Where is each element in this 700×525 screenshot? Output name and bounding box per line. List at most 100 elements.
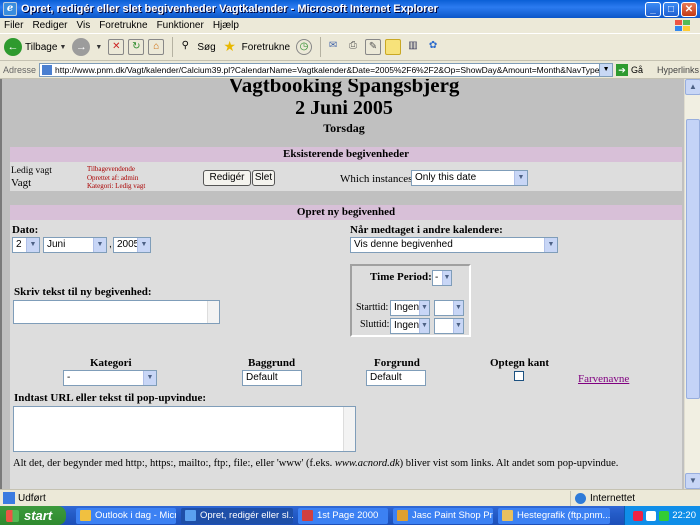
links-label[interactable]: Hyperlinks (657, 65, 699, 75)
task-label: 1st Page 2000 (317, 510, 379, 521)
refresh-icon[interactable]: ↻ (128, 39, 145, 55)
year-value: 2005 (117, 239, 140, 250)
page-weekday: Torsdag (323, 121, 365, 135)
chevron-down-icon: ▼ (514, 171, 527, 185)
page-date: 2 Juni 2005 (295, 97, 393, 119)
mail-icon[interactable]: ✉ (325, 39, 341, 55)
end-time-label: Sluttid: (360, 319, 390, 330)
favorites-button[interactable]: ★ Foretrukne (222, 39, 290, 55)
address-input[interactable]: http://www.pnm.dk/Vagt/kalender/Calcium3… (39, 62, 614, 77)
scroll-down-icon[interactable]: ▼ (685, 473, 700, 489)
window-titlebar[interactable]: e Opret, redigér eller slet begivenheder… (0, 0, 700, 18)
vertical-scrollbar[interactable]: ▲ ▼ (684, 79, 700, 489)
windows-flag-icon (674, 19, 694, 33)
ie-icon (185, 510, 196, 521)
category-select[interactable]: - ▼ (63, 370, 157, 386)
windows-flag-icon (6, 509, 19, 522)
included-value: Vis denne begivenhed (354, 239, 453, 250)
existing-events-header: Eksisterende begivenheder (10, 147, 682, 162)
edit-button[interactable]: Redigér (203, 170, 251, 186)
menu-tools[interactable]: Funktioner (157, 20, 204, 31)
date-label: Dato: (12, 224, 39, 236)
menu-edit[interactable]: Rediger (32, 20, 67, 31)
folder-icon (502, 510, 513, 521)
background-input[interactable]: Default (242, 370, 302, 386)
chevron-down-icon: ▼ (95, 43, 103, 51)
end-hour-select[interactable]: Ingen ▼ (390, 318, 430, 334)
url-textarea[interactable] (13, 406, 356, 452)
chevron-down-icon[interactable]: ▼ (599, 63, 613, 76)
history-icon[interactable]: ◷ (296, 39, 313, 55)
task-ie[interactable]: Opret, redigér eller sl... (181, 507, 293, 524)
task-ftp[interactable]: Hestegrafik (ftp.pnm.... (498, 507, 610, 524)
search-icon: ⚲ (181, 40, 189, 51)
event-text-label: Skriv tekst til ny begivenhed: (14, 286, 152, 298)
task-paint-shop[interactable]: Jasc Paint Shop Pro (393, 507, 493, 524)
delete-button[interactable]: Slet (252, 170, 275, 186)
menu-file[interactable]: Filer (4, 20, 23, 31)
minimize-button[interactable]: _ (645, 1, 661, 17)
included-label: Når medtaget i andre kalendere: (350, 224, 503, 236)
stop-icon[interactable]: ✕ (108, 39, 125, 55)
back-button[interactable]: ← Tilbage ▼ (4, 38, 66, 56)
tray-icon[interactable] (633, 510, 644, 521)
included-select[interactable]: Vis denne begivenhed ▼ (350, 237, 558, 253)
tray-icon[interactable] (646, 510, 657, 521)
go-button[interactable]: ➔ Gå (616, 63, 643, 76)
task-1st-page[interactable]: 1st Page 2000 (298, 507, 388, 524)
task-label: Opret, redigér eller sl... (200, 510, 293, 521)
window-title: Opret, redigér eller slet begivenheder V… (21, 3, 438, 15)
clock[interactable]: 22:20 (672, 510, 696, 521)
menu-favorites[interactable]: Foretrukne (99, 20, 147, 31)
day-select[interactable]: 2 ▼ (12, 237, 40, 253)
status-text: Udført (18, 492, 46, 504)
event-info: Tilbagevendende Oprettet af: admin Kateg… (87, 165, 145, 191)
messenger-icon[interactable]: ✿ (425, 39, 441, 55)
chevron-down-icon: ▼ (59, 43, 67, 51)
print-icon[interactable]: ⎙ (345, 39, 361, 55)
chevron-down-icon: ▼ (419, 319, 429, 333)
edit-icon[interactable]: ✎ (365, 39, 382, 55)
year-select[interactable]: 2005 ▼ (113, 237, 151, 253)
event-info-line: Tilbagevendende (87, 165, 135, 173)
hint-prefix: Alt det, der begynder med http:, https:,… (13, 458, 335, 469)
textarea-scrollbar[interactable] (343, 407, 355, 451)
page-done-icon (3, 492, 15, 504)
maximize-button[interactable]: □ (663, 1, 679, 17)
color-names-link[interactable]: Farvenavne (578, 373, 629, 385)
scroll-up-icon[interactable]: ▲ (685, 79, 700, 95)
home-icon[interactable]: ⌂ (148, 39, 165, 55)
hint-example: www.acnord.dk (334, 458, 400, 469)
time-period-select[interactable]: - ▼ (432, 270, 452, 286)
taskbar: start Outlook i dag - Micros... Opret, r… (0, 506, 700, 525)
scroll-thumb[interactable] (686, 119, 700, 399)
month-select[interactable]: Juni ▼ (43, 237, 107, 253)
event-text-input[interactable] (13, 300, 220, 324)
start-button[interactable]: start (0, 506, 66, 525)
foreground-input[interactable]: Default (366, 370, 426, 386)
end-minute-select[interactable]: ▼ (434, 318, 464, 334)
task-label: Outlook i dag - Micros... (95, 510, 176, 521)
menu-help[interactable]: Hjælp (213, 20, 239, 31)
discuss-icon[interactable] (385, 39, 402, 55)
start-minute-select[interactable]: ▼ (434, 300, 464, 316)
forward-button[interactable]: → ▼ (72, 38, 102, 56)
close-button[interactable]: ✕ (681, 1, 697, 17)
toolbar: ← Tilbage ▼ → ▼ ✕ ↻ ⌂ ⚲ Søg ★ Foretrukne… (0, 33, 700, 61)
border-checkbox[interactable] (514, 371, 524, 381)
day-value: 2 (16, 239, 22, 250)
outlook-icon (80, 510, 91, 521)
chevron-down-icon: ▼ (419, 301, 429, 315)
search-button[interactable]: ⚲ Søg (177, 39, 216, 55)
status-bar: Udført Internettet (0, 489, 700, 506)
date-comma: , (109, 239, 112, 250)
research-icon[interactable]: ▥ (405, 39, 421, 55)
chevron-down-icon: ▼ (544, 238, 557, 252)
task-outlook[interactable]: Outlook i dag - Micros... (76, 507, 176, 524)
search-label: Søg (197, 41, 216, 53)
instances-select[interactable]: Only this date ▼ (411, 170, 528, 186)
start-hour-select[interactable]: Ingen ▼ (390, 300, 430, 316)
menu-view[interactable]: Vis (76, 20, 90, 31)
tray-icon[interactable] (659, 510, 670, 521)
textarea-scrollbar[interactable] (207, 301, 219, 323)
